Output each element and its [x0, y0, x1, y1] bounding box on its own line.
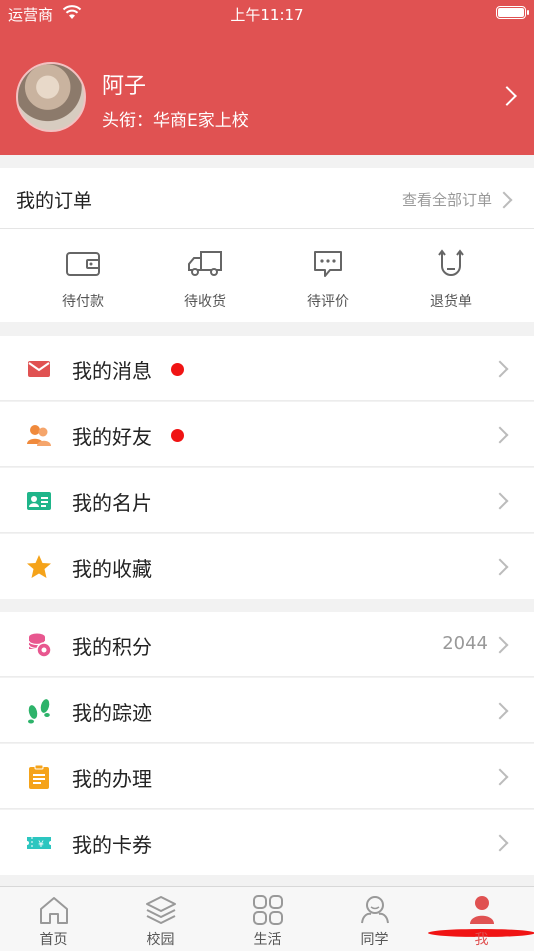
tab-me[interactable]: 我	[428, 887, 534, 951]
menu-item-label: 我的踪迹	[72, 701, 152, 725]
layers-icon	[146, 896, 176, 924]
tab-label: 同学	[360, 932, 389, 948]
envelope-icon	[28, 361, 50, 377]
tab-label: 我	[474, 932, 489, 948]
profile-header[interactable]: 运营商 上午11:17 阿子 头衔：华商E家上校	[0, 0, 534, 155]
chevron-right-icon	[491, 558, 509, 576]
menu-item-label: 我的办理	[72, 767, 152, 791]
chevron-right-icon	[495, 191, 513, 209]
tab-label: 校园	[146, 932, 175, 948]
menu-item-label: 我的积分	[72, 635, 152, 659]
tab-label: 首页	[39, 932, 68, 948]
order-status-label: 退货单	[430, 294, 472, 310]
menu-item-coupons[interactable]: ¥ 我的卡券	[0, 810, 534, 875]
chevron-right-icon	[497, 86, 517, 106]
menu-item-points[interactable]: 我的积分 2044	[0, 612, 534, 677]
chevron-right-icon	[491, 834, 509, 852]
id-card-icon	[27, 492, 51, 510]
chevron-right-icon	[491, 426, 509, 444]
home-icon	[40, 897, 68, 924]
chevron-right-icon	[491, 636, 509, 654]
menu-item-label: 我的名片	[72, 491, 152, 515]
chevron-right-icon	[491, 492, 509, 510]
order-pending-payment[interactable]: 待付款	[28, 229, 138, 322]
footprint-icon	[28, 699, 50, 724]
return-icon	[438, 249, 464, 276]
order-status-bar: 待付款 待收货 待评价 退货单	[0, 229, 534, 322]
classmates-icon	[361, 896, 389, 924]
points-value: 2044	[442, 633, 488, 654]
orders-header[interactable]: 我的订单 查看全部订单	[0, 168, 534, 229]
menu-item-label: 我的消息	[72, 359, 152, 383]
ticket-icon: ¥	[27, 837, 51, 850]
friends-icon	[27, 425, 51, 446]
order-returns[interactable]: 退货单	[396, 229, 506, 322]
chevron-right-icon	[491, 768, 509, 786]
menu-item-label: 我的卡券	[72, 833, 152, 857]
unread-dot	[171, 429, 184, 442]
avatar[interactable]	[16, 62, 86, 132]
order-status-label: 待收货	[184, 294, 226, 310]
profile-title: 头衔：华商E家上校	[102, 111, 249, 131]
menu-item-handle[interactable]: 我的办理	[0, 744, 534, 809]
clipboard-icon	[29, 764, 49, 789]
order-pending-review[interactable]: 待评价	[273, 229, 383, 322]
coins-icon	[28, 633, 52, 658]
star-icon	[27, 555, 51, 578]
chevron-right-icon	[491, 702, 509, 720]
unread-dot	[171, 363, 184, 376]
tab-classmates[interactable]: 同学	[321, 887, 428, 951]
tab-campus[interactable]: 校园	[107, 887, 214, 951]
chevron-right-icon	[491, 360, 509, 378]
menu-item-friends[interactable]: 我的好友	[0, 402, 534, 467]
tab-life[interactable]: 生活	[214, 887, 321, 951]
menu-item-card[interactable]: 我的名片	[0, 468, 534, 533]
comment-icon	[314, 251, 342, 277]
menu-item-favorites[interactable]: 我的收藏	[0, 534, 534, 599]
menu-item-label: 我的好友	[72, 425, 152, 449]
tab-label: 生活	[253, 932, 282, 948]
clock: 上午11:17	[230, 6, 304, 24]
order-status-label: 待评价	[307, 294, 349, 310]
tab-home[interactable]: 首页	[0, 887, 107, 951]
wallet-icon	[66, 252, 100, 276]
svg-text:¥: ¥	[38, 840, 44, 850]
profile-name: 阿子	[102, 74, 147, 99]
person-icon	[470, 896, 494, 924]
view-all-orders-link[interactable]: 查看全部订单	[402, 189, 492, 210]
grid-icon	[253, 895, 283, 925]
status-bar: 运营商 上午11:17	[0, 0, 534, 28]
order-status-label: 待付款	[62, 294, 104, 310]
truck-icon	[188, 251, 222, 276]
order-pending-receipt[interactable]: 待收货	[150, 229, 260, 322]
orders-title: 我的订单	[16, 190, 93, 212]
menu-item-footprints[interactable]: 我的踪迹	[0, 678, 534, 743]
tab-bar: 首页 校园 生活 同学 我	[0, 886, 534, 951]
menu-item-messages[interactable]: 我的消息	[0, 336, 534, 401]
battery-icon	[496, 6, 529, 19]
menu-item-label: 我的收藏	[72, 557, 152, 581]
